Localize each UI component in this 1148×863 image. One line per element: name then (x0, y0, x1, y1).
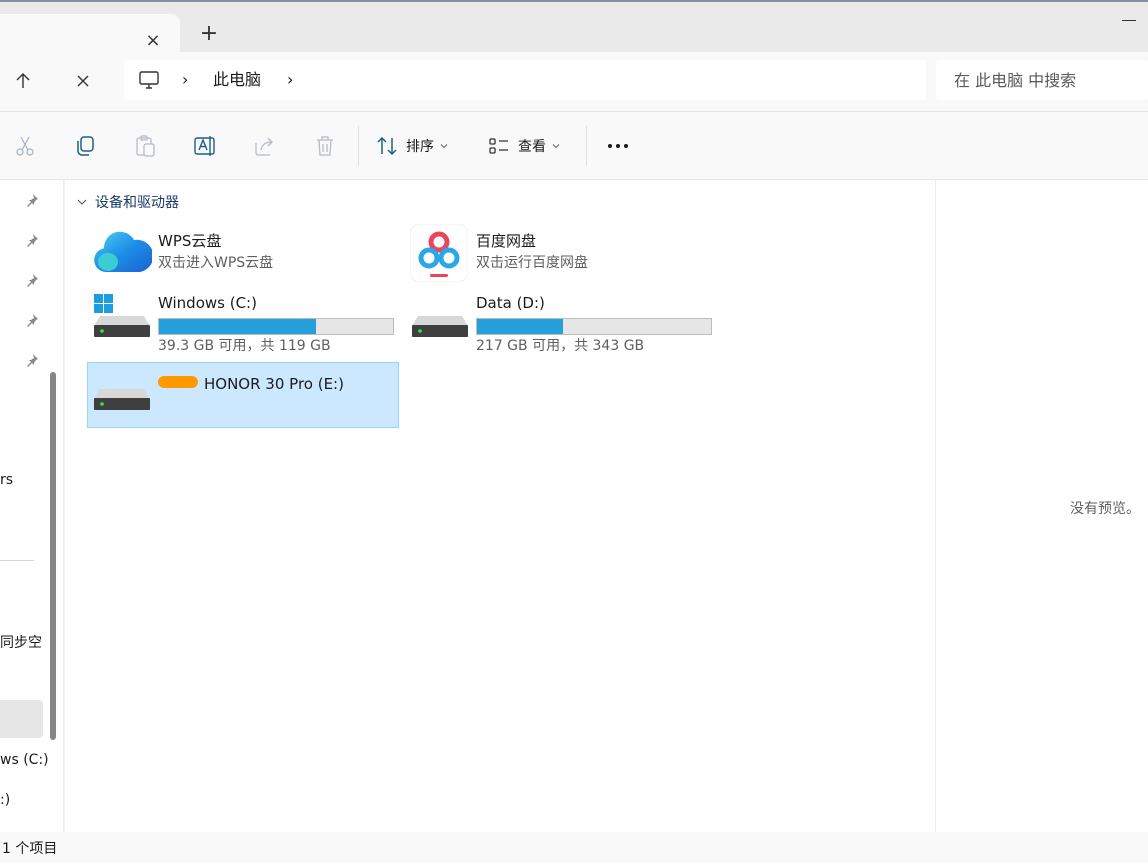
drive-space-text: 217 GB 可用，共 343 GB (476, 338, 645, 354)
drive-e-item[interactable]: HONOR 30 Pro (E:) (87, 362, 399, 428)
item-subtitle: 双击进入WPS云盘 (158, 255, 274, 271)
drive-d-item[interactable]: Data (D:) 217 GB 可用，共 343 GB (406, 292, 718, 358)
sort-button[interactable]: 排序 (376, 132, 448, 160)
redaction-mark (158, 376, 198, 388)
view-button[interactable]: 查看 (488, 132, 560, 160)
sidebar-scrollbar[interactable] (50, 372, 56, 740)
preview-empty-text: 没有预览。 (1070, 501, 1140, 517)
toolbar-separator (586, 126, 587, 166)
view-icon (489, 138, 508, 154)
breadcrumb-separator[interactable]: › (287, 60, 293, 100)
search-box (936, 60, 1148, 100)
drive-usage-bar (158, 318, 394, 335)
sidebar-item-windows-c[interactable]: ws (C:) (0, 752, 49, 768)
new-tab-button[interactable]: + (198, 23, 220, 45)
item-name: Windows (C:) (158, 294, 257, 312)
search-input[interactable] (936, 60, 1148, 100)
sort-icon (377, 136, 397, 156)
rename-icon[interactable] (193, 134, 217, 158)
chevron-down-icon (440, 144, 448, 149)
baidu-netdisk-item[interactable]: 百度网盘 双击运行百度网盘 (406, 224, 718, 290)
delete-icon[interactable] (313, 134, 337, 158)
group-header-devices[interactable]: 设备和驱动器 (77, 192, 179, 212)
navigation-pane: rs 同步空 ws (C:) :) (0, 180, 64, 832)
sidebar-item-drive[interactable]: :) (0, 792, 10, 808)
pin-icon[interactable] (24, 232, 40, 248)
group-title: 设备和驱动器 (95, 195, 179, 211)
drive-space-text: 39.3 GB 可用，共 119 GB (158, 338, 331, 354)
item-name: WPS云盘 (158, 232, 222, 250)
address-bar[interactable]: › 此电脑 › (124, 60, 926, 100)
drive-usage-fill (159, 319, 316, 334)
windows-drive-icon (94, 294, 150, 337)
pin-icon[interactable] (24, 312, 40, 328)
navigation-bar: › 此电脑 › (0, 52, 1148, 112)
file-view: 设备和驱动器 WPS云盘 双击进入WPS云盘 百度网盘 双击运行百度网盘 Win… (65, 180, 935, 832)
wps-cloud-icon (94, 231, 152, 272)
sidebar-item-this-pc[interactable] (0, 700, 43, 738)
pin-icon[interactable] (24, 192, 40, 208)
item-name: HONOR 30 Pro (E:) (204, 375, 344, 393)
item-name: Data (D:) (476, 294, 545, 312)
toolbar-separator (358, 126, 359, 166)
pin-icon[interactable] (24, 272, 40, 288)
more-icon (608, 144, 612, 148)
sidebar-item-users[interactable]: rs (0, 472, 13, 488)
pin-icon[interactable] (24, 352, 40, 368)
minimize-button[interactable] (1122, 20, 1136, 21)
sidebar-item-sync[interactable]: 同步空 (0, 632, 42, 652)
more-options-button[interactable] (604, 134, 632, 158)
close-icon (77, 75, 89, 87)
preview-pane: 没有预览。 (935, 180, 1148, 832)
status-bar: 1 个项目 (0, 832, 1148, 863)
breadcrumb-separator[interactable]: › (182, 60, 188, 100)
stop-button[interactable] (70, 68, 96, 94)
hard-drive-icon (412, 316, 468, 337)
tab-close-button[interactable]: × (144, 32, 162, 50)
sort-label: 排序 (406, 139, 434, 155)
cut-icon[interactable] (13, 134, 37, 158)
item-name: 百度网盘 (476, 232, 537, 250)
monitor-icon (139, 71, 159, 89)
view-label: 查看 (518, 139, 546, 155)
share-icon[interactable] (253, 134, 277, 158)
wps-cloud-item[interactable]: WPS云盘 双击进入WPS云盘 (88, 224, 400, 290)
item-count: 1 个项目 (2, 841, 58, 857)
copy-icon[interactable] (73, 134, 97, 158)
chevron-down-icon (552, 144, 560, 149)
drive-usage-fill (477, 319, 563, 334)
sidebar-divider (0, 560, 34, 561)
up-button[interactable] (10, 68, 36, 94)
baidu-netdisk-icon (410, 224, 468, 282)
command-bar: 排序 查看 (0, 112, 1148, 180)
paste-icon[interactable] (133, 134, 157, 158)
tab-bar: × + (0, 2, 1148, 54)
item-subtitle: 双击运行百度网盘 (476, 255, 588, 271)
drive-usage-bar (476, 318, 712, 335)
chevron-down-icon (77, 199, 87, 205)
drive-c-item[interactable]: Windows (C:) 39.3 GB 可用，共 119 GB (88, 292, 400, 358)
tab-this-pc[interactable]: × (0, 14, 180, 54)
hard-drive-icon (94, 389, 150, 410)
breadcrumb-this-pc[interactable]: 此电脑 (213, 60, 261, 100)
arrow-up-icon (16, 73, 30, 88)
